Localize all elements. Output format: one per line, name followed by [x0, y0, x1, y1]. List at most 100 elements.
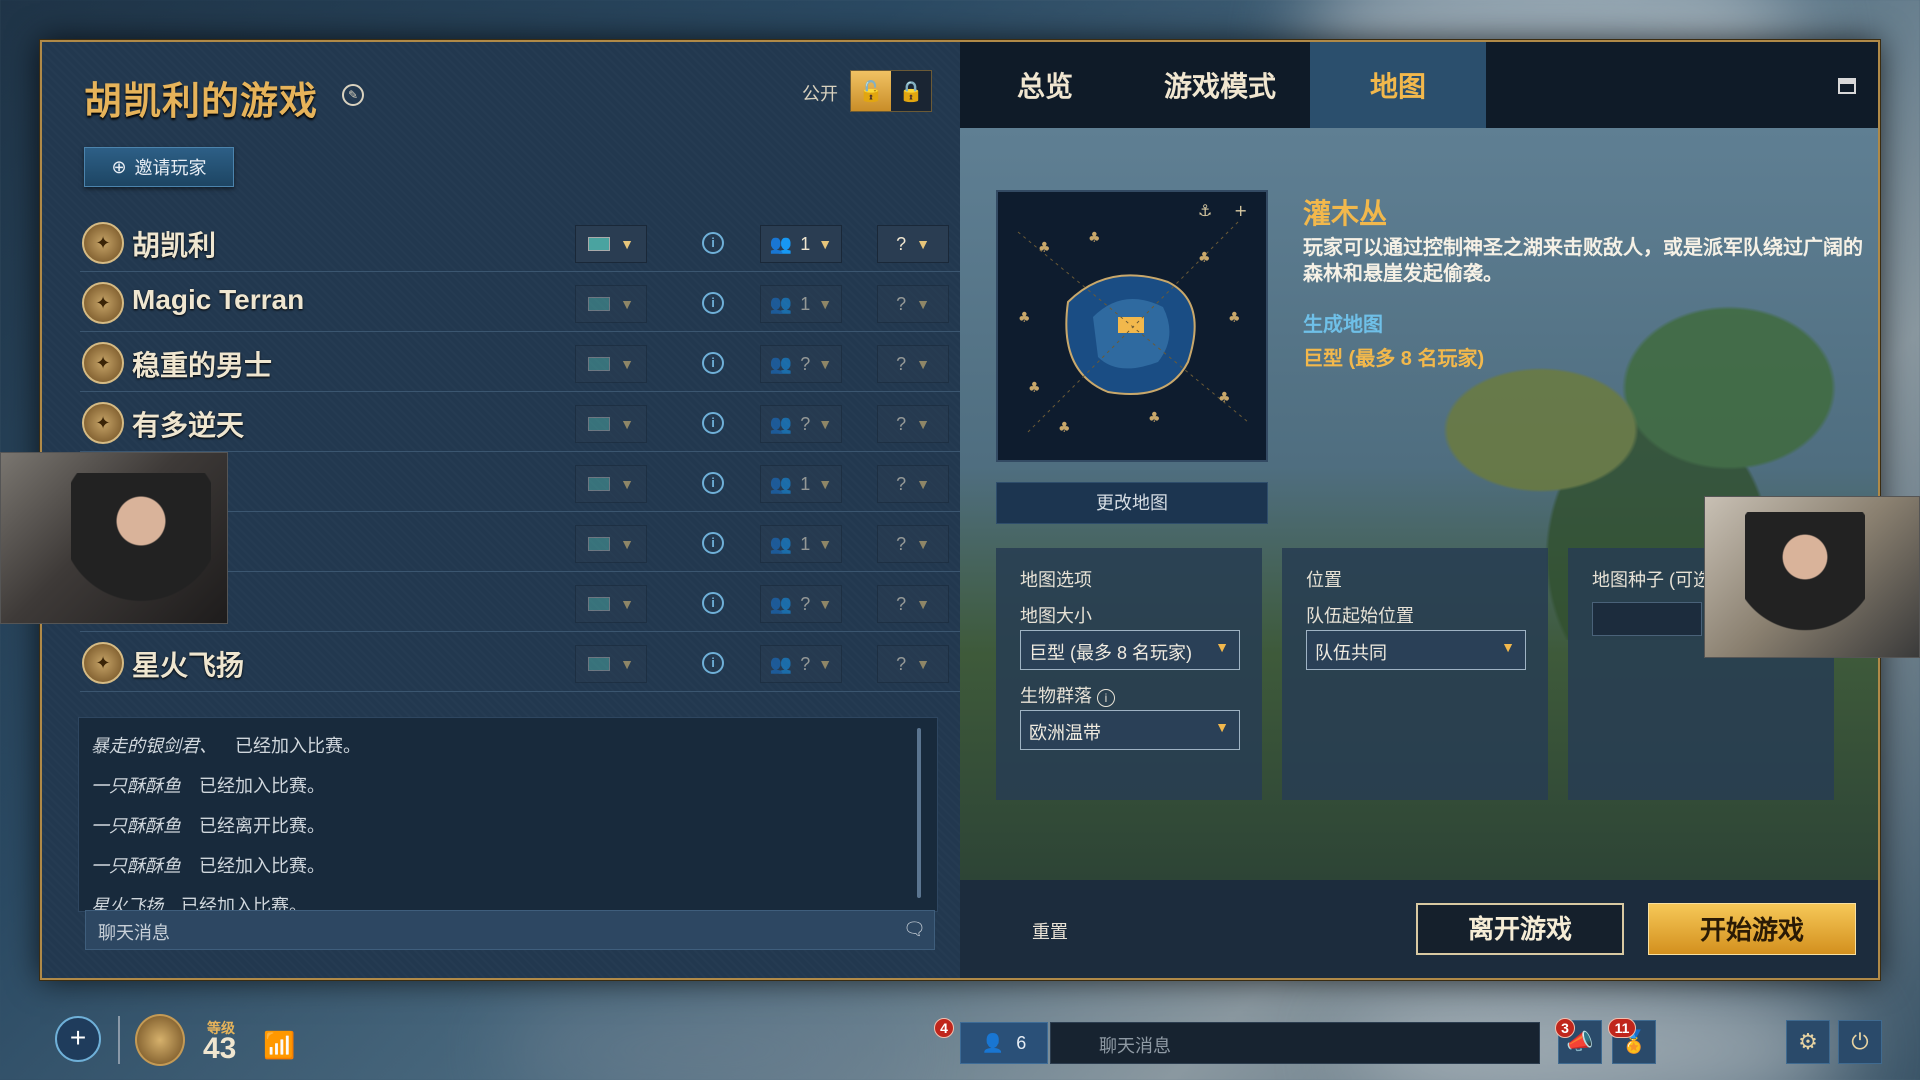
civilization-dropdown[interactable]: ▼ [575, 405, 647, 443]
chat-message: 一只酥酥鱼 已经离开比赛。 [91, 816, 325, 836]
tab-map[interactable]: 地图 [1310, 42, 1486, 128]
info-icon[interactable]: i [702, 532, 724, 554]
webcam-overlay-right [1704, 496, 1920, 662]
info-icon[interactable]: i [1097, 689, 1116, 707]
map-name: 灌木丛 [1303, 198, 1388, 229]
info-icon[interactable]: i [702, 352, 724, 374]
team-dropdown[interactable]: 👥 ? ▼ [760, 345, 842, 383]
info-icon[interactable]: i [702, 652, 724, 674]
civilization-dropdown[interactable]: ▼ [575, 465, 647, 503]
add-button[interactable]: + [55, 1016, 101, 1062]
team-dropdown[interactable]: 👥 ? ▼ [760, 645, 842, 683]
player-row: ✦ 星火飞扬 ▼ i 👥 ? ▼ ? ▼ ✕ [80, 632, 985, 692]
start-position-dropdown[interactable]: 队伍共同 ▼ [1306, 630, 1526, 670]
team-icon: 👥 [769, 353, 793, 374]
difficulty-dropdown[interactable]: ? ▼ [877, 585, 949, 623]
settings-gear-icon[interactable]: ⚙ [1786, 1020, 1830, 1064]
biome-label: 生物群落 i [1020, 682, 1116, 708]
minimize-icon[interactable] [1838, 78, 1856, 94]
team-dropdown[interactable]: 👥 ? ▼ [760, 405, 842, 443]
global-chat-input[interactable]: 聊天消息 [1050, 1022, 1540, 1064]
difficulty-dropdown[interactable]: ? ▼ [877, 285, 949, 323]
chevron-down-icon: ▼ [916, 536, 930, 552]
difficulty-dropdown[interactable]: ? ▼ [877, 525, 949, 563]
info-icon[interactable]: i [702, 592, 724, 614]
edit-title-icon[interactable]: ✎ [342, 84, 364, 106]
difficulty-dropdown[interactable]: ? ▼ [877, 345, 949, 383]
player-avatar[interactable]: ✦ [82, 642, 124, 684]
map-size-dropdown[interactable]: 巨型 (最多 8 名玩家) ▼ [1020, 630, 1240, 670]
unlocked-icon[interactable]: 🔓 [851, 71, 891, 111]
chevron-down-icon: ▼ [916, 236, 930, 252]
chevron-down-icon: ▼ [916, 476, 930, 492]
difficulty-dropdown[interactable]: ? ▼ [877, 645, 949, 683]
player-avatar[interactable]: ✦ [82, 222, 124, 264]
chevron-down-icon: ▼ [916, 356, 930, 372]
privacy-toggle[interactable]: 🔓 🔒 [850, 70, 932, 112]
biome-dropdown[interactable]: 欧洲温带 ▼ [1020, 710, 1240, 750]
locked-icon[interactable]: 🔒 [891, 71, 931, 111]
chevron-down-icon: ▼ [916, 656, 930, 672]
difficulty-dropdown[interactable]: ? ▼ [877, 465, 949, 503]
team-dropdown[interactable]: 👥 ? ▼ [760, 585, 842, 623]
settings-tabs: 总览 游戏模式 地图 [960, 42, 1878, 128]
player-name: 星火飞扬 [132, 650, 245, 681]
chat-input[interactable]: 聊天消息 🗨 [85, 910, 935, 950]
chat-scrollbar[interactable] [917, 728, 921, 898]
question-icon: ? [896, 233, 907, 254]
svg-text:♣: ♣ [1028, 380, 1041, 396]
chat-send-icon[interactable]: 🗨 [903, 919, 926, 940]
civilization-dropdown[interactable]: ▼ [575, 585, 647, 623]
notification-badge: 3 [1555, 1018, 1575, 1038]
chevron-down-icon: ▼ [818, 296, 833, 312]
civilization-flag-icon [588, 297, 611, 311]
tab-game-mode[interactable]: 游戏模式 [1130, 42, 1310, 128]
difficulty-dropdown[interactable]: ? ▼ [877, 225, 949, 263]
map-seed-input[interactable] [1592, 602, 1702, 636]
player-avatar[interactable]: ✦ [82, 282, 124, 324]
chevron-down-icon: ▼ [620, 476, 634, 492]
civilization-dropdown[interactable]: ▼ [575, 525, 647, 563]
chevron-down-icon: ▼ [818, 596, 833, 612]
map-preview[interactable]: ⚓ + ♣ ♣ ♣ ♣ ♣ ♣ ♣ ♣ ♣ [996, 190, 1268, 462]
map-seed-label: 地图种子 (可选 [1592, 570, 1711, 590]
team-dropdown[interactable]: 👥 1 ▼ [760, 285, 842, 323]
civilization-dropdown[interactable]: ▼ [575, 225, 647, 263]
civilization-dropdown[interactable]: ▼ [575, 345, 647, 383]
team-dropdown[interactable]: 👥 1 ▼ [760, 465, 842, 503]
info-icon[interactable]: i [702, 292, 724, 314]
chevron-down-icon: ▼ [818, 536, 833, 552]
user-icon: 👤 [981, 1032, 1005, 1053]
civilization-flag-icon [588, 237, 611, 251]
question-icon: ? [896, 533, 907, 554]
position-title: 位置 [1306, 570, 1342, 590]
player-avatar[interactable]: ✦ [82, 342, 124, 384]
reset-button[interactable]: 重置 [1032, 918, 1068, 944]
info-icon[interactable]: i [702, 412, 724, 434]
leave-game-button[interactable]: 离开游戏 [1416, 903, 1624, 955]
civilization-dropdown[interactable]: ▼ [575, 285, 647, 323]
power-icon[interactable]: ⏻ [1838, 1020, 1882, 1064]
invite-player-button[interactable]: ⊕ 邀请玩家 [84, 147, 234, 187]
civilization-dropdown[interactable]: ▼ [575, 645, 647, 683]
chat-message: 暴走的银剑君、 已经加入比赛。 [91, 736, 361, 756]
team-icon: 👥 [769, 473, 793, 494]
chat-message: 一只酥酥鱼 已经加入比赛。 [91, 856, 325, 876]
team-dropdown[interactable]: 👥 1 ▼ [760, 225, 842, 263]
info-icon[interactable]: i [702, 472, 724, 494]
start-game-button[interactable]: 开始游戏 [1648, 903, 1856, 955]
team-dropdown[interactable]: 👥 1 ▼ [760, 525, 842, 563]
friends-badge: 4 [934, 1018, 954, 1038]
svg-text:♣: ♣ [1198, 250, 1211, 266]
map-description: 玩家可以通过控制神圣之湖来击败敌人，或是派军队绕过广阔的森林和悬崖发起偷袭。 [1303, 237, 1863, 285]
friends-button[interactable]: 👤 6 [960, 1022, 1048, 1064]
tab-overview[interactable]: 总览 [960, 42, 1130, 128]
info-icon[interactable]: i [702, 232, 724, 254]
difficulty-dropdown[interactable]: ? ▼ [877, 405, 949, 443]
rank-emblem-icon[interactable] [135, 1014, 185, 1066]
map-size-summary: 巨型 (最多 8 名玩家) [1303, 348, 1485, 370]
change-map-button[interactable]: 更改地图 [996, 482, 1268, 524]
chat-message: 一只酥酥鱼 已经加入比赛。 [91, 776, 325, 796]
chevron-down-icon: ▼ [818, 656, 833, 672]
player-avatar[interactable]: ✦ [82, 402, 124, 444]
